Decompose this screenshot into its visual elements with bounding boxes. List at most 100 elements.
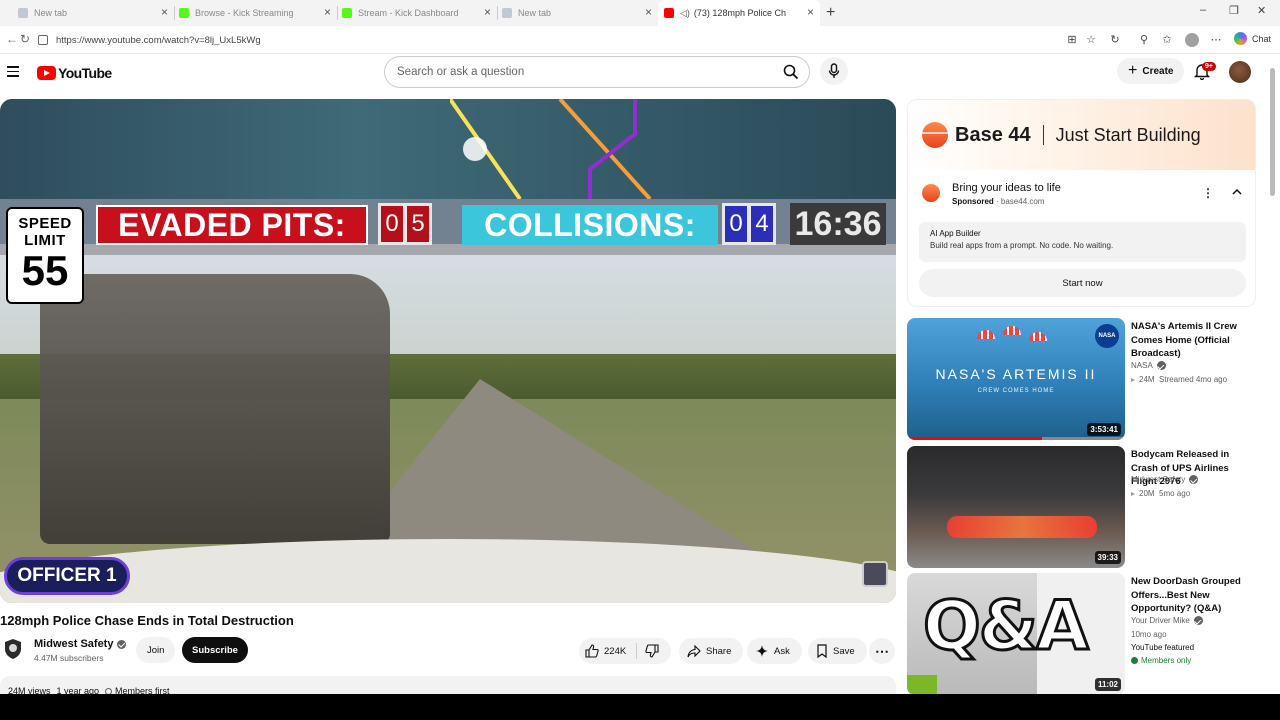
apps-icon[interactable]: ⊞ [1065, 33, 1079, 47]
reload-icon[interactable]: ↻ [20, 32, 30, 46]
join-button[interactable]: Join [136, 637, 176, 663]
profile-icon[interactable] [1185, 33, 1199, 47]
close-icon[interactable]: × [161, 6, 168, 18]
recommendation-title[interactable]: New DoorDash Grouped Offers...Best New O… [1131, 575, 1253, 616]
maximize-icon[interactable]: ❐ [1229, 4, 1239, 17]
recommendation-item[interactable]: NASA NASA'S ARTEMIS II CREW COMES HOME 3… [907, 318, 1257, 440]
favorites-icon[interactable]: ✩ [1160, 33, 1174, 47]
youtube-wordmark: YouTube [58, 65, 112, 81]
page-icon [502, 8, 512, 18]
favorite-star-icon[interactable]: ☆ [1084, 33, 1098, 47]
watch-progress-bar [907, 437, 1125, 440]
youtube-play-icon [37, 66, 56, 80]
site-info-icon[interactable] [38, 35, 48, 45]
close-icon[interactable]: × [324, 6, 331, 18]
create-button[interactable]: + Create [1117, 58, 1185, 84]
members-only-label: Members only [1141, 656, 1192, 665]
verified-icon [1193, 616, 1203, 625]
ad-sponsored-line: Sponsored · base44.com [952, 197, 1045, 206]
search-icon[interactable] [783, 64, 799, 80]
map-route-graphic [450, 99, 652, 199]
like-dislike-group: 224K [579, 638, 671, 664]
browser-tab-active[interactable]: ◁) (73) 128mph Police Chase Ends × [658, 0, 820, 26]
close-icon[interactable]: × [484, 6, 491, 18]
minimize-icon[interactable]: – [1200, 4, 1206, 16]
share-button[interactable]: Share [679, 638, 744, 664]
microphone-icon [828, 63, 840, 78]
like-button[interactable]: 224K [579, 643, 637, 659]
ad-domain: base44.com [1000, 197, 1045, 206]
url-field[interactable]: https://www.youtube.com/watch?v=8lj_UxL5… [38, 30, 1038, 50]
sponsored-label: Sponsored [952, 197, 994, 206]
ad-banner[interactable]: Base 44 Just Start Building [908, 100, 1255, 170]
watch-progress-fill [907, 437, 1043, 440]
browser-tab-strip: New tab × Browse - Kick Streaming × Stre… [0, 0, 1280, 26]
save-button[interactable]: Save [808, 638, 867, 664]
back-icon[interactable]: ← [6, 32, 18, 46]
refresh-page-icon[interactable]: ↻ [1108, 33, 1122, 47]
counter-digit: 0 [725, 206, 747, 242]
subscribe-button[interactable]: Subscribe [182, 637, 248, 663]
search-input[interactable]: Search or ask a question [384, 56, 810, 88]
page-scrollbar-thumb[interactable] [1270, 68, 1275, 196]
close-icon[interactable]: × [807, 6, 814, 18]
ad-options-icon[interactable]: ⋮ [1202, 186, 1214, 200]
channel-avatar[interactable] [4, 638, 22, 660]
verified-icon [1189, 475, 1199, 484]
browser-tab-1[interactable]: New tab × [0, 0, 174, 26]
browser-tab-3[interactable]: Stream - Kick Dashboard × [338, 0, 497, 26]
thumbnail-subtext: CREW COMES HOME [977, 388, 1055, 394]
video-title: 128mph Police Chase Ends in Total Destru… [0, 613, 294, 628]
chevron-up-icon[interactable] [1231, 186, 1243, 198]
parachute-graphic [1003, 326, 1021, 335]
ad-headline[interactable]: Bring your ideas to life [952, 182, 1061, 194]
close-icon[interactable]: × [645, 6, 652, 18]
collisions-label: COLLISIONS: [462, 205, 718, 245]
dislike-button[interactable] [637, 644, 664, 658]
recommendation-channel[interactable]: Midwest Safety [1131, 475, 1199, 484]
thumbnail-text: NASA'S ARTEMIS II [935, 366, 1097, 382]
copilot-chat-button[interactable]: Chat [1234, 32, 1271, 45]
members-icon [1131, 657, 1138, 664]
ad-tagline: Just Start Building [1055, 124, 1201, 145]
ad-cta-button[interactable]: Start now [919, 269, 1246, 297]
ask-button[interactable]: Ask [747, 638, 802, 664]
more-options-icon[interactable]: ⋯ [1209, 33, 1223, 47]
more-actions-button[interactable]: ⋯ [869, 638, 895, 664]
close-window-icon[interactable]: ✕ [1257, 4, 1266, 17]
save-label: Save [833, 645, 855, 657]
thumbs-up-icon [585, 644, 599, 658]
crashed-truck [40, 274, 390, 544]
youtube-logo[interactable]: YouTube [37, 65, 112, 81]
menu-icon[interactable] [7, 66, 19, 80]
fire-graphic [947, 516, 1097, 538]
evaded-pits-label: EVADED PITS: [96, 205, 368, 245]
video-player[interactable]: SPEED LIMIT 55 EVADED PITS: 0 5 COLLISIO… [0, 99, 896, 603]
url-text: https://www.youtube.com/watch?v=8lj_UxL5… [56, 34, 261, 46]
recommendation-meta: 24M Streamed 4mo ago [1131, 375, 1227, 384]
video-thumbnail[interactable]: 39:33 [907, 446, 1125, 568]
browser-tab-2[interactable]: Browse - Kick Streaming × [175, 0, 337, 26]
recommendation-channel[interactable]: Your Driver Mike [1131, 616, 1203, 625]
voice-search-button[interactable] [820, 57, 848, 85]
new-tab-button[interactable]: + [826, 4, 835, 22]
thumbs-down-icon [645, 644, 659, 658]
copilot-icon [1234, 32, 1247, 45]
recommendation-title[interactable]: NASA's Artemis II Crew Comes Home (Offic… [1131, 320, 1253, 361]
channel-name-text: NASA [1131, 361, 1153, 370]
advertiser-icon[interactable] [922, 184, 940, 202]
video-thumbnail[interactable]: NASA NASA'S ARTEMIS II CREW COMES HOME 3… [907, 318, 1125, 440]
channel-watermark-icon[interactable] [862, 561, 888, 587]
members-only-badge: Members only [1131, 656, 1191, 665]
recommendation-channel[interactable]: NASA [1131, 361, 1166, 370]
account-avatar[interactable] [1229, 61, 1251, 83]
ad-description: AI App Builder Build real apps from a pr… [919, 222, 1246, 262]
video-thumbnail[interactable]: Q&A 11:02 [907, 573, 1125, 695]
recommendation-item[interactable]: Q&A 11:02 New DoorDash Grouped Offers...… [907, 573, 1257, 695]
tab-label: Browse - Kick Streaming [195, 8, 294, 18]
browser-tab-4[interactable]: New tab × [498, 0, 658, 26]
extensions-icon[interactable]: ⚲ [1137, 33, 1151, 47]
counter-digit: 0 [381, 206, 403, 242]
recommendation-item[interactable]: 39:33 Bodycam Released in Crash of UPS A… [907, 446, 1257, 568]
channel-name[interactable]: Midwest Safety [34, 638, 127, 650]
